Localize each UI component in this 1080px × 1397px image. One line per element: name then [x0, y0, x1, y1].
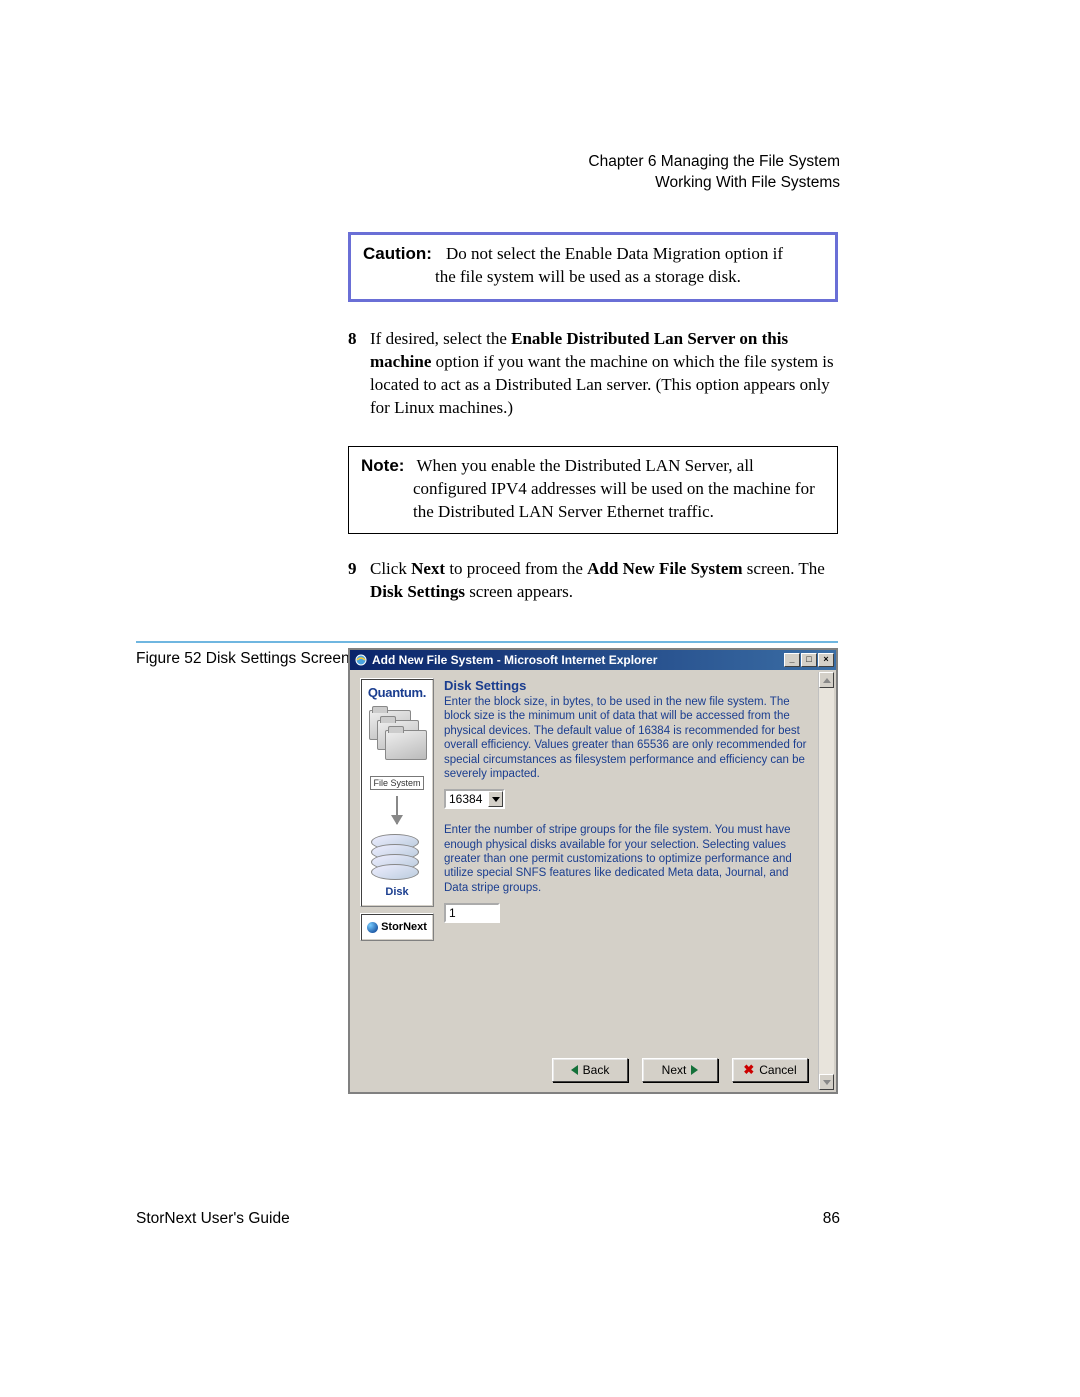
page-header: Chapter 6 Managing the File System Worki…	[588, 152, 840, 194]
note-text2: configured IPV4 addresses will be used o…	[361, 478, 825, 524]
window-title: Add New File System - Microsoft Internet…	[372, 653, 784, 667]
disk-settings-heading: Disk Settings	[444, 678, 814, 693]
cancel-label: Cancel	[759, 1063, 796, 1077]
filesystem-icon	[367, 708, 427, 774]
next-button[interactable]: Next	[642, 1058, 718, 1082]
note-box: Note:When you enable the Distributed LAN…	[348, 446, 838, 535]
step8-pre: If desired, select the	[370, 329, 511, 348]
step-number: 8	[348, 328, 370, 420]
step9-t4: screen appears.	[465, 582, 573, 601]
scroll-up-button[interactable]	[819, 672, 834, 688]
close-button[interactable]: ×	[818, 653, 834, 667]
disk-label: Disk	[385, 886, 408, 898]
back-button[interactable]: Back	[552, 1058, 628, 1082]
title-bar[interactable]: Add New File System - Microsoft Internet…	[350, 650, 836, 670]
step8-post: option if you want the machine on which …	[370, 352, 834, 417]
dialog-window: Add New File System - Microsoft Internet…	[348, 648, 838, 1094]
block-size-value: 16384	[446, 792, 488, 806]
scroll-down-button[interactable]	[819, 1074, 834, 1090]
dropdown-button[interactable]	[488, 791, 503, 807]
product-label: StorNext	[381, 921, 427, 933]
stripe-groups-description: Enter the number of stripe groups for th…	[444, 823, 814, 895]
page: Chapter 6 Managing the File System Worki…	[0, 0, 1080, 1397]
main-content: Caution:Do not select the Enable Data Mi…	[348, 232, 838, 604]
step9-t: Click	[370, 559, 411, 578]
next-label: Next	[662, 1063, 687, 1077]
brand-label: Quantum.	[368, 685, 426, 700]
ie-icon	[354, 653, 368, 667]
note-text1: When you enable the Distributed LAN Serv…	[416, 456, 753, 475]
step-body: Click Next to proceed from the Add New F…	[370, 558, 838, 604]
figure-caption: Figure 52 Disk Settings Screen	[136, 650, 350, 668]
filesystem-label: File System	[370, 776, 423, 790]
step9-b2: Add New File System	[587, 559, 742, 578]
step9-t2: to proceed from the	[445, 559, 587, 578]
back-label: Back	[583, 1063, 610, 1077]
button-row: Back Next ✖ Cancel	[350, 1050, 836, 1092]
triangle-right-icon	[691, 1065, 698, 1075]
chapter-line: Chapter 6 Managing the File System	[588, 152, 840, 173]
figure-rule	[136, 641, 838, 643]
triangle-left-icon	[571, 1065, 578, 1075]
title-buttons: _ □ ×	[784, 653, 834, 667]
caution-box: Caution:Do not select the Enable Data Mi…	[348, 232, 838, 302]
globe-icon	[367, 922, 378, 933]
vertical-scrollbar[interactable]	[818, 672, 834, 1090]
caution-text2: the file system will be used as a storag…	[363, 266, 823, 289]
footer-page-number: 86	[823, 1210, 840, 1228]
step-body: If desired, select the Enable Distribute…	[370, 328, 838, 420]
wizard-graphic-panel: Quantum. File System Disk	[360, 678, 434, 907]
dialog-content: Disk Settings Enter the block size, in b…	[436, 678, 814, 1042]
scroll-track[interactable]	[819, 688, 834, 1074]
step-number: 9	[348, 558, 370, 604]
block-size-select[interactable]: 16384	[444, 789, 505, 809]
cancel-button[interactable]: ✖ Cancel	[732, 1058, 808, 1082]
x-icon: ✖	[743, 1062, 754, 1078]
disk-icon	[371, 834, 423, 880]
step-9: 9 Click Next to proceed from the Add New…	[348, 558, 838, 604]
step9-b1: Next	[411, 559, 445, 578]
product-panel: StorNext	[360, 913, 434, 941]
left-sidebar: Quantum. File System Disk	[358, 678, 436, 1042]
block-size-description: Enter the block size, in bytes, to be us…	[444, 695, 814, 781]
note-line1: Note:When you enable the Distributed LAN…	[361, 455, 825, 478]
section-line: Working With File Systems	[588, 173, 840, 194]
footer-guide: StorNext User's Guide	[136, 1210, 290, 1228]
step9-t3: screen. The	[743, 559, 825, 578]
caution-text1: Do not select the Enable Data Migration …	[446, 244, 783, 263]
minimize-button[interactable]: _	[784, 653, 800, 667]
dialog-body: Quantum. File System Disk	[350, 670, 836, 1050]
maximize-button[interactable]: □	[801, 653, 817, 667]
note-label: Note:	[361, 455, 416, 478]
stripe-groups-value: 1	[449, 906, 456, 920]
caution-line1: Caution:Do not select the Enable Data Mi…	[363, 243, 823, 266]
caution-label: Caution:	[363, 243, 446, 266]
step9-b3: Disk Settings	[370, 582, 465, 601]
step-8: 8 If desired, select the Enable Distribu…	[348, 328, 838, 420]
arrow-down-icon	[396, 796, 398, 824]
stripe-groups-input[interactable]: 1	[444, 903, 500, 923]
